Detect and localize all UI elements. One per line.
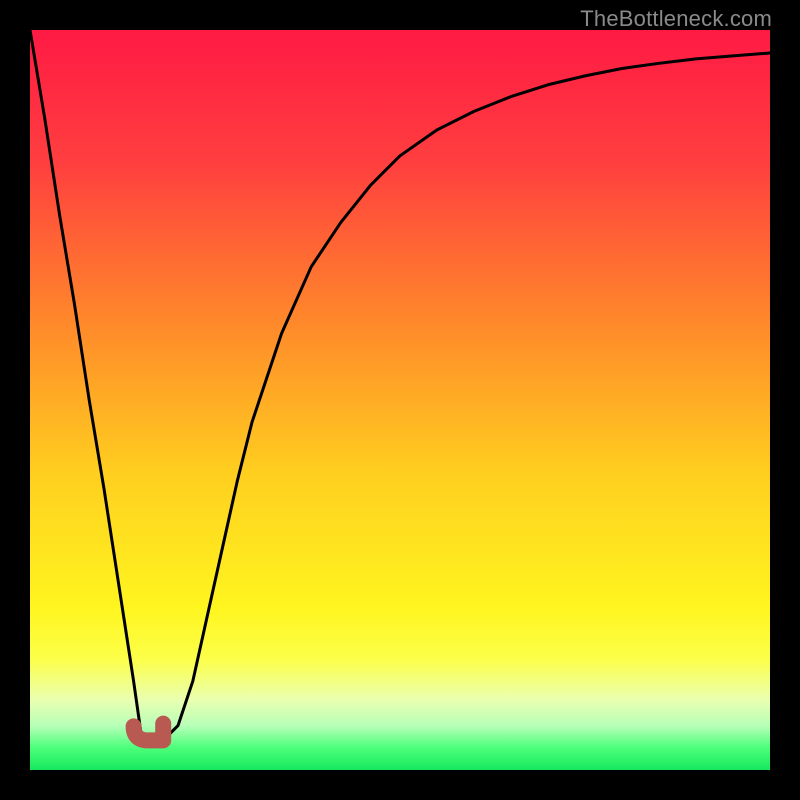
plot-area [30,30,770,770]
watermark-text: TheBottleneck.com [580,6,772,32]
minimum-marker [134,724,164,741]
bottleneck-curve [30,30,770,740]
chart-frame: TheBottleneck.com [0,0,800,800]
curve-layer [30,30,770,770]
